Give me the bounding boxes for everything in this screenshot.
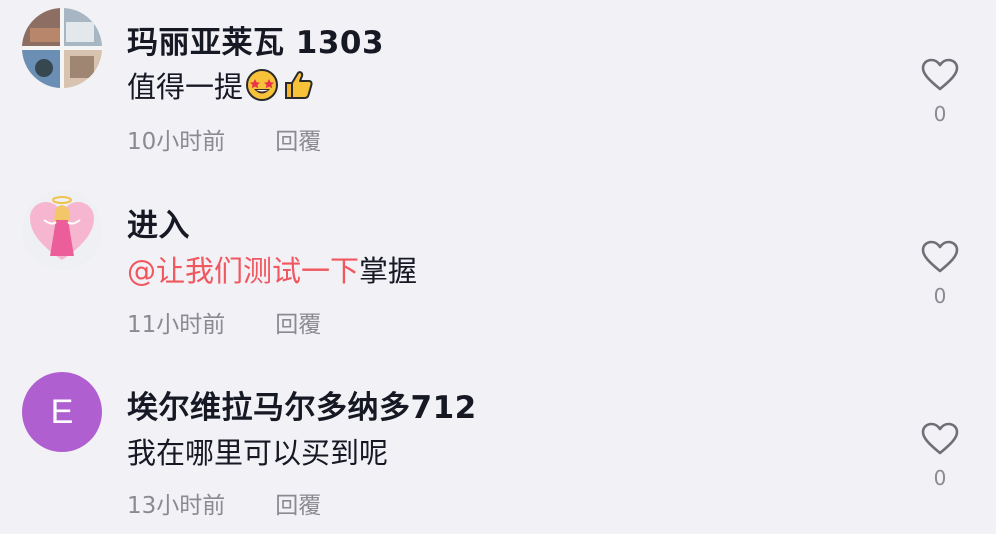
star-struck-emoji-icon: [245, 68, 279, 109]
like-count: 0: [933, 102, 947, 126]
pink-angel-avatar: [22, 190, 102, 270]
like-count: 0: [933, 284, 947, 308]
comment-item: E 埃尔维拉马尔多纳多712 我在哪里可以买到呢 13小时前 回覆 0: [0, 362, 996, 534]
comment-text: 值得一提: [127, 64, 315, 109]
username[interactable]: 玛丽亚莱瓦 1303: [127, 17, 384, 62]
comment-text-content: 我在哪里可以买到呢: [127, 436, 389, 470]
comment-item: 进入 @让我们测试一下掌握 11小时前 回覆 0: [0, 180, 996, 352]
comment-item: 玛丽亚莱瓦 1303 值得一提 10小时前 回覆 0: [0, 0, 996, 172]
comment-meta: 11小时前 回覆: [127, 305, 321, 339]
thumbs-up-emoji-icon: [281, 68, 315, 109]
timestamp: 10小时前: [127, 129, 226, 155]
like-button[interactable]: 0: [918, 240, 962, 308]
username[interactable]: 埃尔维拉马尔多纳多712: [127, 382, 477, 427]
avatar[interactable]: [22, 8, 102, 88]
reply-button[interactable]: 回覆: [275, 122, 321, 156]
comment-text: 我在哪里可以买到呢: [127, 430, 388, 472]
mention-link[interactable]: @让我们测试一下: [127, 254, 359, 288]
heart-icon[interactable]: [921, 422, 959, 456]
comment-meta: 13小时前 回覆: [127, 486, 321, 520]
avatar[interactable]: E: [22, 372, 102, 452]
photo-collage-avatar: [22, 8, 102, 88]
avatar[interactable]: [22, 190, 102, 270]
heart-icon[interactable]: [921, 58, 959, 92]
timestamp: 13小时前: [127, 493, 226, 519]
comment-text: @让我们测试一下掌握: [127, 248, 417, 290]
like-count: 0: [933, 466, 947, 490]
avatar-letter: E: [50, 393, 74, 431]
like-button[interactable]: 0: [918, 422, 962, 490]
username[interactable]: 进入: [127, 200, 190, 245]
timestamp: 11小时前: [127, 312, 226, 338]
comment-text-content: 值得一提: [127, 70, 244, 104]
comment-text-content: 掌握: [359, 254, 418, 288]
heart-icon[interactable]: [921, 240, 959, 274]
reply-button[interactable]: 回覆: [275, 305, 321, 339]
comment-meta: 10小时前 回覆: [127, 122, 321, 156]
like-button[interactable]: 0: [918, 58, 962, 126]
reply-button[interactable]: 回覆: [275, 486, 321, 520]
